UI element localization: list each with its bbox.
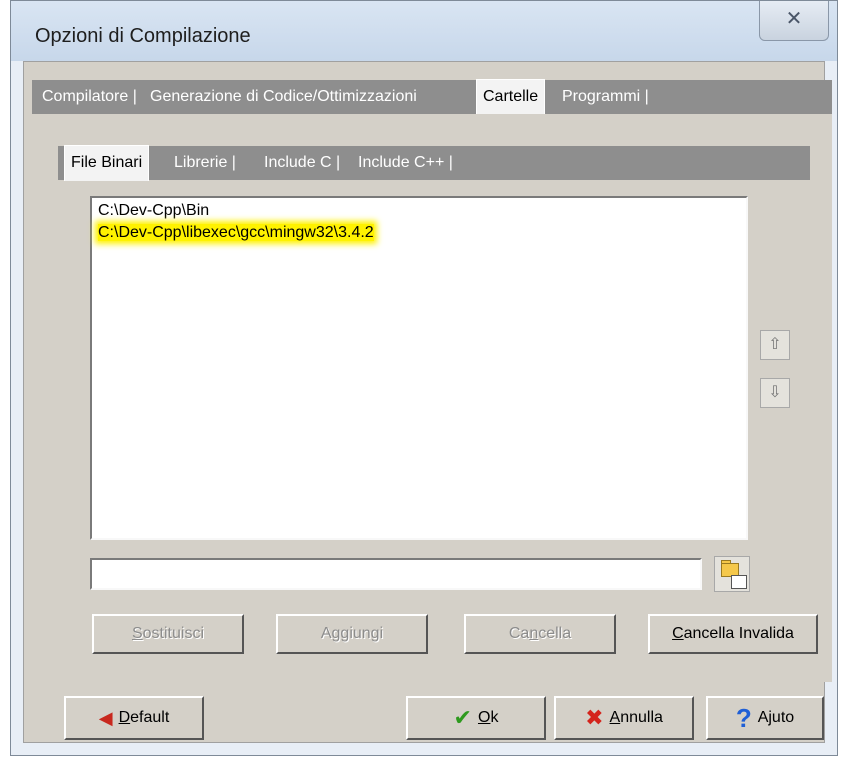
- sub-tab-bar: File Binari Librerie | Include C | Inclu…: [58, 145, 810, 181]
- dialog-client-area: Compilatore | Generazione di Codice/Otti…: [23, 61, 832, 743]
- tab-programmi[interactable]: Programmi |: [562, 80, 649, 114]
- highlighted-entry: C:\Dev-Cpp\libexec\gcc\mingw32\3.4.2: [98, 224, 374, 241]
- green-check-icon: ✔: [453, 704, 472, 730]
- close-icon: ✕: [785, 8, 803, 30]
- subtab-include-c[interactable]: Include C |: [264, 146, 340, 180]
- browse-folder-button[interactable]: [714, 556, 750, 592]
- directory-path-input[interactable]: [90, 558, 702, 590]
- help-question-icon: ?: [735, 702, 752, 733]
- red-x-icon: ✖: [585, 704, 604, 730]
- delete-button[interactable]: Cancella: [464, 614, 616, 654]
- move-up-button[interactable]: ⇧: [760, 330, 790, 360]
- delete-invalid-button[interactable]: Cancella Invalida: [648, 614, 818, 654]
- cancel-button[interactable]: ✖ Annulla: [554, 696, 694, 740]
- list-item[interactable]: C:\Dev-Cpp\Bin: [98, 200, 740, 222]
- move-down-button[interactable]: ⇩: [760, 378, 790, 408]
- arrow-up-icon: ⇧: [768, 336, 782, 353]
- add-button[interactable]: Aggiungi: [276, 614, 428, 654]
- default-button[interactable]: ◀ Default: [64, 696, 204, 740]
- subtab-librerie[interactable]: Librerie |: [174, 146, 236, 180]
- title-bar[interactable]: Opzioni di Compilazione ✕: [11, 1, 837, 61]
- main-tab-bar: Compilatore | Generazione di Codice/Otti…: [32, 79, 832, 115]
- close-button[interactable]: ✕: [759, 1, 829, 41]
- arrow-down-icon: ⇩: [768, 384, 782, 401]
- dialog-window: Opzioni di Compilazione ✕ Compilatore | …: [10, 0, 838, 756]
- tab-cartelle[interactable]: Cartelle: [476, 79, 546, 115]
- ok-button[interactable]: ✔ Ok: [406, 696, 546, 740]
- subtab-include-cpp[interactable]: Include C++ |: [358, 146, 453, 180]
- red-arrow-left-icon: ◀: [98, 707, 113, 728]
- list-item[interactable]: C:\Dev-Cpp\libexec\gcc\mingw32\3.4.2: [98, 222, 740, 244]
- dialog-title: Opzioni di Compilazione: [35, 25, 251, 47]
- help-button[interactable]: ? Ajuto: [706, 696, 824, 740]
- replace-button[interactable]: Sostituisci: [92, 614, 244, 654]
- subtab-file-binari[interactable]: File Binari: [64, 145, 150, 181]
- tab-compilatore[interactable]: Compilatore |: [42, 80, 137, 114]
- directory-list[interactable]: C:\Dev-Cpp\Bin C:\Dev-Cpp\libexec\gcc\mi…: [90, 196, 748, 540]
- tab-generazione-codice[interactable]: Generazione di Codice/Ottimizzazioni: [150, 80, 417, 114]
